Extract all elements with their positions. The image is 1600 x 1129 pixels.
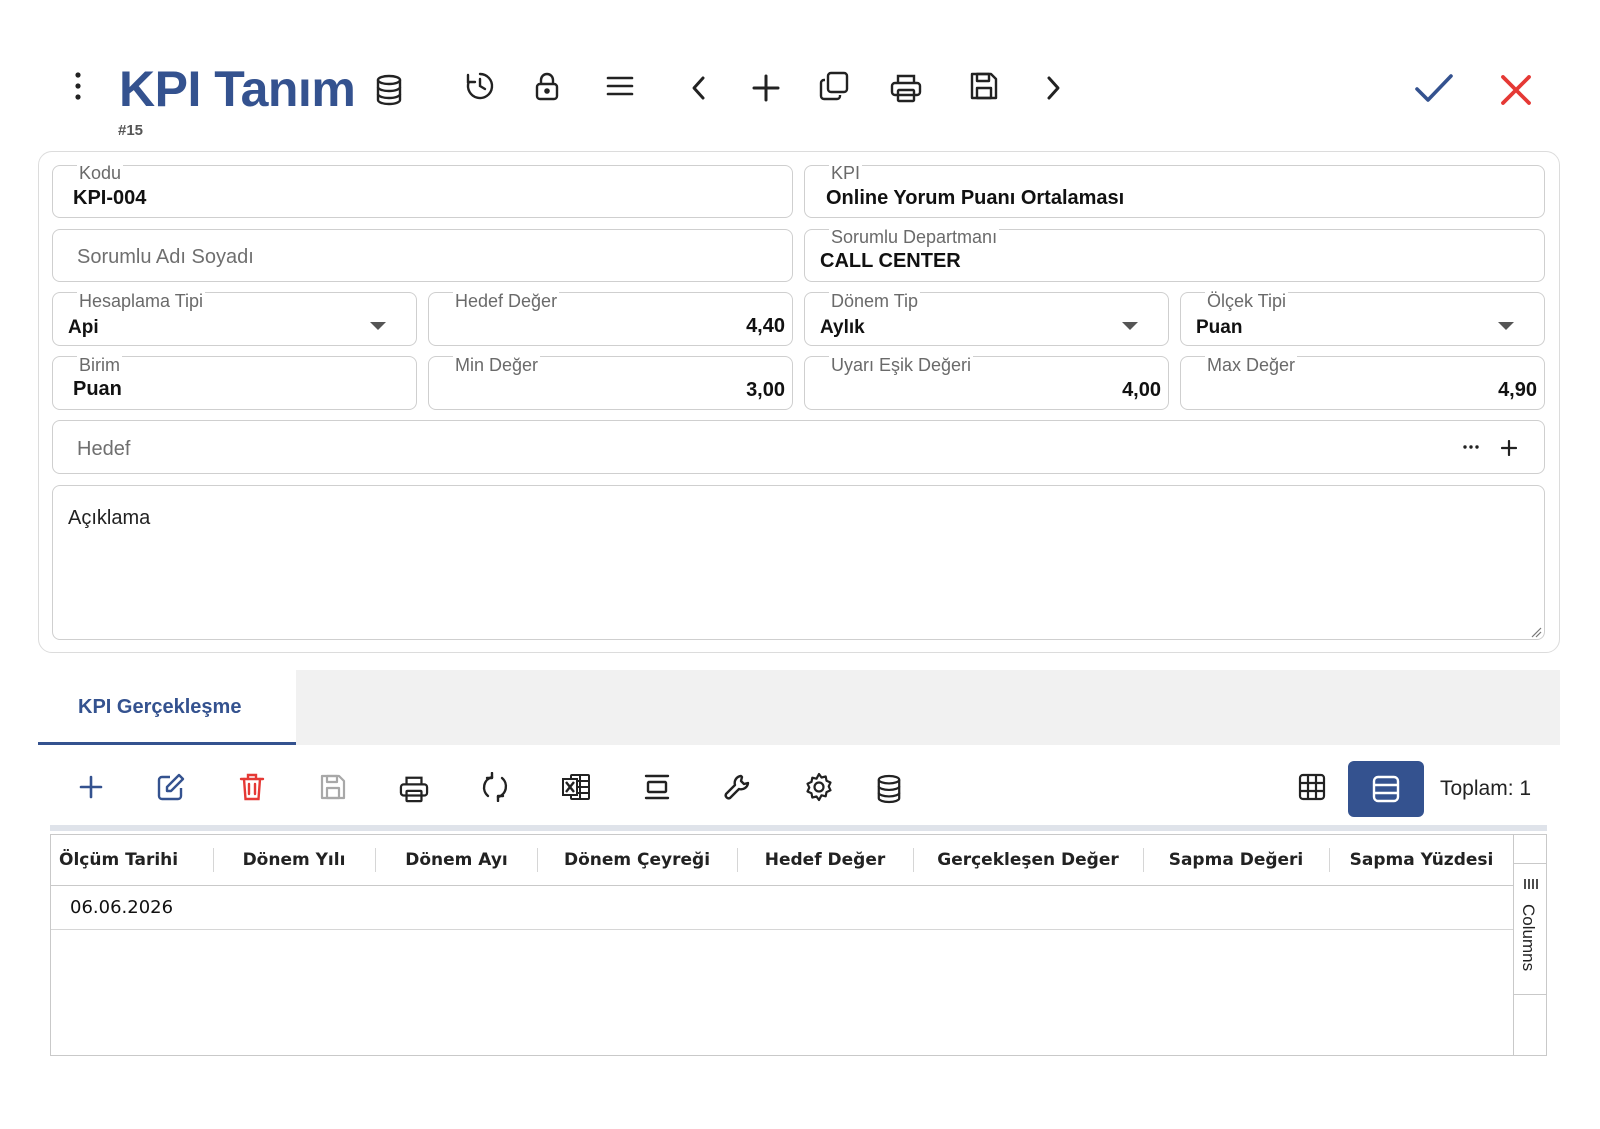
record-id: #15 — [118, 122, 144, 139]
code-label: Kodu — [77, 163, 124, 183]
delete-icon[interactable] — [232, 767, 272, 807]
column-header[interactable]: Sapma Değeri — [1144, 835, 1328, 885]
vertical-dots-icon[interactable] — [64, 68, 92, 104]
hamburger-menu-icon[interactable] — [602, 68, 638, 104]
columns-icon — [1521, 878, 1541, 890]
max-value-value: 4,90 — [1498, 379, 1537, 401]
table-view-icon[interactable] — [1292, 767, 1332, 807]
warning-threshold-field[interactable]: Uyarı Eşik Değeri 4,00 — [804, 355, 1169, 410]
chevron-down-icon[interactable] — [370, 322, 386, 330]
plus-icon[interactable] — [748, 70, 784, 106]
measurement-date-cell: 06.06.2026 — [70, 897, 174, 918]
chevron-right-icon[interactable] — [1036, 70, 1072, 106]
column-header[interactable]: Dönem Ayı — [376, 835, 537, 885]
description-textarea[interactable]: Açıklama — [52, 485, 1545, 640]
period-type-select[interactable]: Dönem Tip Aylık — [804, 291, 1169, 346]
gear-icon[interactable] — [799, 767, 839, 807]
columns-side-panel: Columns — [1513, 835, 1546, 1055]
save-icon[interactable] — [966, 68, 1002, 104]
scale-type-label: Ölçek Tipi — [1205, 291, 1289, 311]
list-view-button[interactable] — [1348, 761, 1424, 817]
history-icon[interactable] — [462, 68, 498, 104]
page-title: KPI Tanım — [119, 61, 356, 117]
period-type-label: Dönem Tip — [829, 291, 921, 311]
column-header[interactable]: Gerçekleşen Değer — [914, 835, 1142, 885]
min-value-field[interactable]: Min Değer 3,00 — [428, 355, 793, 410]
calculation-type-select[interactable]: Hesaplama Tipi Api — [52, 291, 417, 346]
printer-icon[interactable] — [888, 70, 924, 106]
scale-type-select[interactable]: Ölçek Tipi Puan — [1180, 291, 1545, 346]
resize-handle-icon[interactable] — [1530, 625, 1542, 638]
column-header[interactable]: Sapma Yüzdesi — [1330, 835, 1513, 885]
add-row-plus-icon[interactable] — [71, 767, 111, 807]
refresh-icon[interactable] — [475, 767, 515, 807]
goal-placeholder: Hedef — [77, 438, 131, 460]
max-value-field[interactable]: Max Değer 4,90 — [1180, 355, 1545, 410]
responsible-department-field[interactable]: Sorumlu Departmanı CALL CENTER — [804, 227, 1545, 282]
close-icon[interactable] — [1496, 70, 1536, 110]
database-icon[interactable] — [372, 72, 406, 108]
warning-threshold-value: 4,00 — [1122, 379, 1161, 401]
code-value: KPI-004 — [73, 187, 147, 209]
scale-type-value: Puan — [1196, 317, 1243, 338]
tab-kpi-realization[interactable]: KPI Gerçekleşme — [38, 670, 296, 745]
edit-icon[interactable] — [151, 767, 191, 807]
checkmark-icon[interactable] — [1412, 68, 1456, 108]
kpi-name-value: Online Yorum Puanı Ortalaması — [826, 187, 1125, 209]
save-disabled-icon[interactable] — [313, 767, 353, 807]
chevron-left-icon[interactable] — [680, 70, 716, 106]
more-horizontal-icon[interactable] — [1458, 435, 1484, 459]
column-header[interactable]: Dönem Yılı — [214, 835, 374, 885]
excel-export-icon[interactable] — [556, 767, 596, 807]
warning-threshold-label: Uyarı Eşik Değeri — [829, 355, 974, 375]
unit-label: Birim — [77, 355, 122, 375]
align-center-icon[interactable] — [637, 767, 677, 807]
list-view-icon — [1372, 775, 1400, 803]
goal-lookup-field[interactable]: Hedef — [52, 420, 1545, 474]
column-header[interactable]: Dönem Çeyreği — [538, 835, 736, 885]
lock-icon[interactable] — [530, 68, 564, 104]
grid-header: Ölçüm Tarihi Dönem Yılı Dönem Ayı Dönem … — [51, 835, 1513, 886]
responsible-name-placeholder: Sorumlu Adı Soyadı — [77, 246, 254, 268]
responsible-department-value: CALL CENTER — [820, 250, 961, 272]
min-value-value: 3,00 — [746, 379, 785, 401]
plus-icon[interactable] — [1496, 435, 1522, 461]
calculation-type-value: Api — [68, 317, 99, 338]
calculation-type-label: Hesaplama Tipi — [77, 291, 206, 311]
description-placeholder: Açıklama — [68, 507, 151, 529]
columns-panel-label: Columns — [1519, 904, 1538, 972]
target-value-field[interactable]: Hedef Değer 4,40 — [428, 291, 793, 346]
target-value-label: Hedef Değer — [453, 291, 560, 311]
table-row[interactable]: 06.06.2026 — [51, 886, 1513, 930]
printer-icon[interactable] — [394, 769, 434, 809]
column-header[interactable]: Hedef Değer — [738, 835, 912, 885]
kpi-name-label: KPI — [829, 163, 863, 183]
data-grid: Ölçüm Tarihi Dönem Yılı Dönem Ayı Dönem … — [50, 834, 1547, 1056]
target-value-value: 4,40 — [746, 315, 785, 337]
period-type-value: Aylık — [820, 317, 865, 338]
min-value-label: Min Değer — [453, 355, 541, 375]
chevron-down-icon[interactable] — [1498, 322, 1514, 330]
chevron-down-icon[interactable] — [1122, 322, 1138, 330]
wrench-icon[interactable] — [718, 767, 758, 807]
max-value-label: Max Değer — [1205, 355, 1298, 375]
total-count: Toplam: 1 — [1440, 777, 1532, 800]
code-field[interactable]: Kodu KPI-004 — [52, 163, 793, 218]
tab-kpi-realization-label: KPI Gerçekleşme — [78, 696, 242, 718]
database-icon[interactable] — [869, 769, 909, 809]
columns-panel-tab[interactable]: Columns — [1514, 863, 1546, 995]
copy-icon[interactable] — [816, 68, 852, 104]
kpi-name-field[interactable]: KPI Online Yorum Puanı Ortalaması — [804, 163, 1545, 218]
unit-value: Puan — [73, 378, 122, 400]
responsible-name-field[interactable]: Sorumlu Adı Soyadı — [52, 229, 793, 282]
tab-bar: KPI Gerçekleşme — [38, 670, 1560, 745]
unit-field[interactable]: Birim Puan — [52, 355, 417, 410]
grid-top-bar — [50, 825, 1547, 831]
column-header[interactable]: Ölçüm Tarihi — [51, 835, 209, 885]
responsible-department-label: Sorumlu Departmanı — [829, 227, 1000, 247]
